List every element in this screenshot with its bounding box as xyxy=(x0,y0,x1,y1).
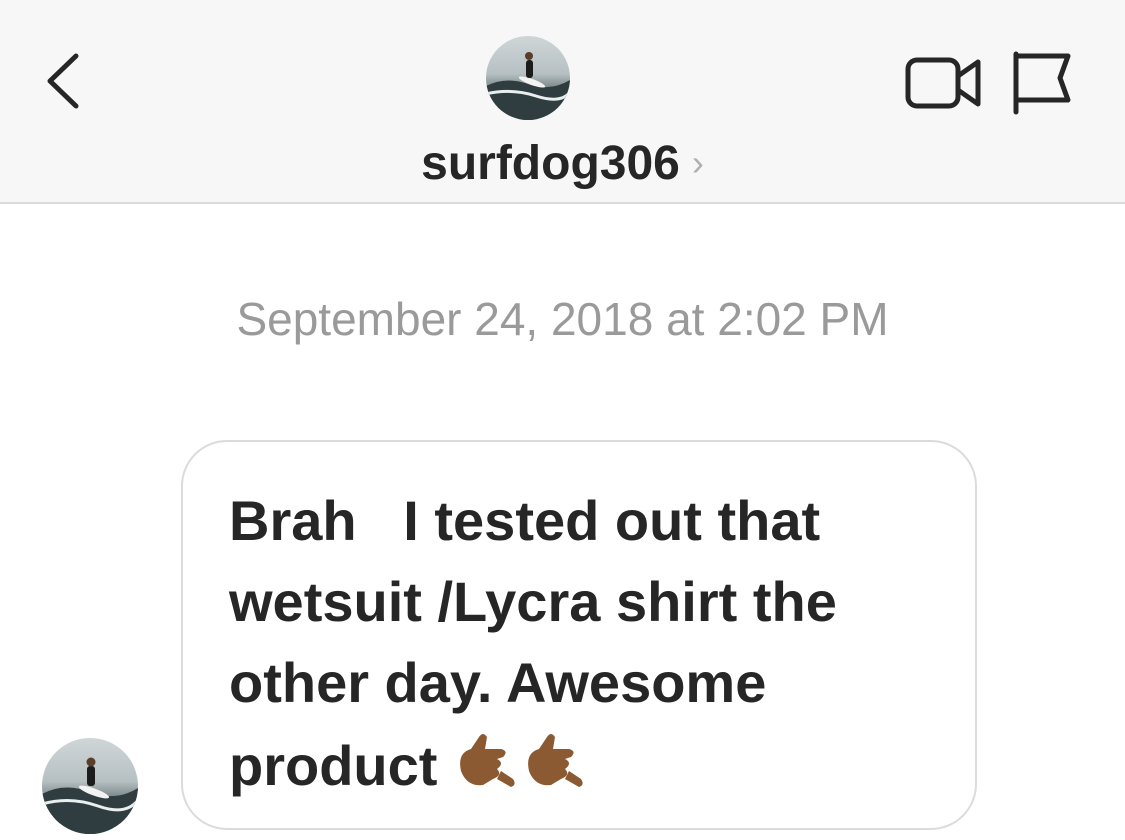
message-text: Brah I tested out that wetsuit /Lycra sh… xyxy=(229,480,935,806)
header-avatar[interactable] xyxy=(486,36,570,120)
back-button[interactable] xyxy=(36,46,96,116)
chat-header: surfdog306 › xyxy=(0,0,1125,204)
username-link[interactable]: surfdog306 › xyxy=(0,130,1125,197)
call-me-hand-emoji xyxy=(460,734,515,787)
video-call-icon[interactable] xyxy=(902,50,986,116)
message-timestamp: September 24, 2018 at 2:02 PM xyxy=(236,293,889,345)
call-me-hand-emoji xyxy=(528,734,583,787)
surfer-photo xyxy=(486,52,570,120)
username: surfdog306 xyxy=(421,137,680,190)
message-bubble[interactable]: Brah I tested out that wetsuit /Lycra sh… xyxy=(181,440,977,830)
surfer-photo xyxy=(42,757,138,834)
sender-avatar[interactable] xyxy=(42,738,138,834)
chevron-right-icon: › xyxy=(691,142,704,183)
flag-icon[interactable] xyxy=(1006,46,1078,118)
